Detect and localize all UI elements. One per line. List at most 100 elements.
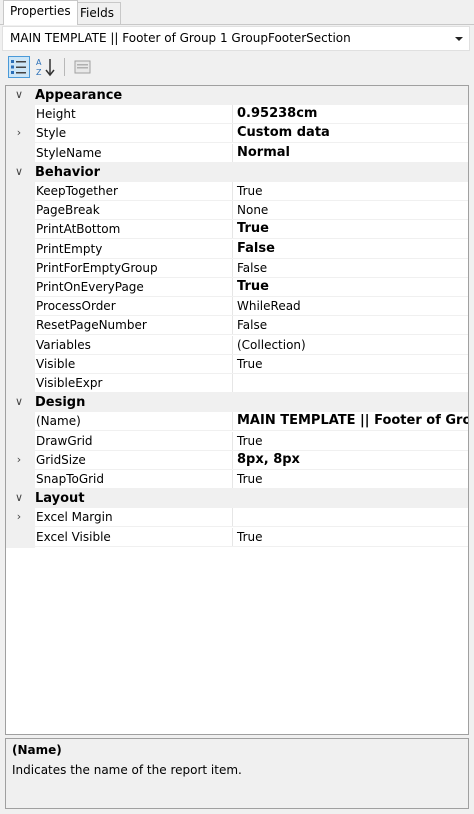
property-value[interactable]: True bbox=[232, 432, 468, 451]
property-value[interactable]: 8px, 8px bbox=[232, 451, 468, 470]
chevron-down-icon[interactable]: ∨ bbox=[12, 490, 26, 506]
category-behavior[interactable]: ∨ Behavior bbox=[6, 163, 468, 182]
property-name: PrintEmpty bbox=[36, 242, 103, 256]
property-row[interactable]: ProcessOrder WhileRead bbox=[6, 297, 468, 316]
property-name: DrawGrid bbox=[36, 434, 93, 448]
chevron-down-icon[interactable]: ∨ bbox=[12, 394, 26, 410]
category-label: Behavior bbox=[35, 165, 101, 180]
property-row[interactable]: PrintForEmptyGroup False bbox=[6, 259, 468, 278]
property-row[interactable]: › Style Custom data bbox=[6, 124, 468, 143]
property-value[interactable]: True bbox=[232, 278, 468, 297]
property-row[interactable]: KeepTogether True bbox=[6, 182, 468, 201]
property-value[interactable] bbox=[232, 508, 468, 527]
property-row[interactable]: Height 0.95238cm bbox=[6, 105, 468, 124]
category-label: Design bbox=[35, 395, 86, 410]
property-value[interactable]: None bbox=[232, 201, 468, 220]
property-name: Height bbox=[36, 107, 76, 121]
property-name: PageBreak bbox=[36, 203, 100, 217]
property-value[interactable]: 0.95238cm bbox=[232, 105, 468, 124]
property-name: Visible bbox=[36, 357, 76, 371]
property-row[interactable]: Visible True bbox=[6, 355, 468, 374]
property-row[interactable]: VisibleExpr bbox=[6, 374, 468, 393]
property-name: Excel Margin bbox=[36, 510, 113, 524]
category-appearance[interactable]: ∨ Appearance bbox=[6, 86, 468, 105]
property-name: StyleName bbox=[36, 146, 102, 160]
chevron-down-icon[interactable]: ∨ bbox=[12, 164, 26, 180]
chevron-right-icon[interactable]: › bbox=[12, 125, 26, 141]
chevron-right-icon[interactable]: › bbox=[12, 452, 26, 468]
property-value[interactable]: MAIN TEMPLATE || Footer of Group 1 Group… bbox=[232, 412, 468, 431]
property-name: Excel Visible bbox=[36, 530, 111, 544]
property-name: (Name) bbox=[36, 414, 81, 428]
property-name: ResetPageNumber bbox=[36, 318, 147, 332]
property-name: Variables bbox=[36, 338, 91, 352]
property-row[interactable]: PrintOnEveryPage True bbox=[6, 278, 468, 297]
categorized-icon bbox=[11, 60, 26, 74]
property-row[interactable]: PageBreak None bbox=[6, 201, 468, 220]
description-text: Indicates the name of the report item. bbox=[12, 763, 242, 777]
category-label: Appearance bbox=[35, 88, 123, 103]
property-value[interactable]: True bbox=[232, 528, 468, 547]
property-name: VisibleExpr bbox=[36, 376, 103, 390]
toolbar-separator bbox=[64, 58, 65, 76]
property-row[interactable]: PrintEmpty False bbox=[6, 240, 468, 259]
row-divider bbox=[35, 238, 468, 239]
property-name: PrintForEmptyGroup bbox=[36, 261, 158, 275]
tab-properties[interactable]: Properties bbox=[3, 0, 78, 25]
property-value[interactable]: (Collection) bbox=[232, 336, 468, 355]
chevron-down-icon[interactable]: ∨ bbox=[12, 87, 26, 103]
category-label: Layout bbox=[35, 491, 85, 506]
property-value[interactable]: False bbox=[232, 316, 468, 335]
property-pages-button[interactable] bbox=[72, 56, 94, 78]
property-value[interactable] bbox=[232, 374, 468, 393]
alphabetical-icon: A Z bbox=[36, 58, 55, 77]
property-row[interactable]: ResetPageNumber False bbox=[6, 316, 468, 335]
property-value[interactable]: Normal bbox=[232, 144, 468, 163]
alphabetical-button[interactable]: A Z bbox=[35, 56, 57, 78]
property-row[interactable]: SnapToGrid True bbox=[6, 470, 468, 489]
row-divider bbox=[35, 526, 468, 527]
svg-text:A: A bbox=[36, 58, 42, 67]
tab-strip: Properties Fields bbox=[0, 0, 474, 25]
row-divider bbox=[35, 334, 468, 335]
object-selector[interactable]: MAIN TEMPLATE || Footer of Group 1 Group… bbox=[2, 26, 470, 51]
row-divider bbox=[35, 430, 468, 431]
tab-fields[interactable]: Fields bbox=[73, 2, 121, 24]
object-selector-value: MAIN TEMPLATE || Footer of Group 1 Group… bbox=[10, 31, 351, 45]
property-row[interactable]: StyleName Normal bbox=[6, 144, 468, 163]
property-name: PrintOnEveryPage bbox=[36, 280, 144, 294]
category-design[interactable]: ∨ Design bbox=[6, 393, 468, 412]
property-pages-icon bbox=[74, 60, 91, 74]
category-layout[interactable]: ∨ Layout bbox=[6, 489, 468, 508]
svg-text:Z: Z bbox=[36, 68, 42, 77]
row-divider bbox=[35, 142, 468, 143]
row-divider bbox=[35, 546, 468, 547]
property-row[interactable]: › Excel Margin bbox=[6, 508, 468, 527]
property-value[interactable]: True bbox=[232, 220, 468, 239]
property-row[interactable]: DrawGrid True bbox=[6, 432, 468, 451]
property-name: ProcessOrder bbox=[36, 299, 116, 313]
property-name: KeepTogether bbox=[36, 184, 118, 198]
property-value[interactable]: True bbox=[232, 355, 468, 374]
chevron-right-icon[interactable]: › bbox=[12, 509, 26, 525]
toolbar: A Z bbox=[0, 53, 474, 83]
property-value[interactable]: Custom data bbox=[232, 124, 468, 143]
property-row[interactable]: (Name) MAIN TEMPLATE || Footer of Group 1… bbox=[6, 412, 468, 431]
description-title: (Name) bbox=[12, 743, 62, 757]
property-value[interactable]: WhileRead bbox=[232, 297, 468, 316]
property-value[interactable]: True bbox=[232, 470, 468, 489]
chevron-down-icon[interactable] bbox=[455, 37, 463, 41]
property-value[interactable]: True bbox=[232, 182, 468, 201]
description-panel: (Name) Indicates the name of the report … bbox=[5, 738, 469, 809]
property-name: GridSize bbox=[36, 453, 86, 467]
property-row[interactable]: Excel Visible True bbox=[6, 528, 468, 547]
property-name: Style bbox=[36, 126, 67, 140]
property-row[interactable]: › GridSize 8px, 8px bbox=[6, 451, 468, 470]
property-row[interactable]: Variables (Collection) bbox=[6, 336, 468, 355]
property-value[interactable]: False bbox=[232, 240, 468, 259]
property-value[interactable]: False bbox=[232, 259, 468, 278]
categorized-button[interactable] bbox=[8, 56, 30, 78]
property-row[interactable]: PrintAtBottom True bbox=[6, 220, 468, 239]
property-name: SnapToGrid bbox=[36, 472, 105, 486]
property-name: PrintAtBottom bbox=[36, 222, 121, 236]
